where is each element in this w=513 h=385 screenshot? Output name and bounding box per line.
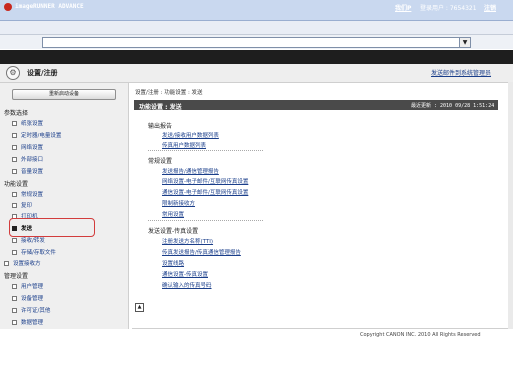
divider (148, 220, 263, 221)
link-fax-user-list[interactable]: 传真用户数据列表 (162, 141, 206, 149)
bullet-icon (12, 203, 17, 208)
app-name: imageRUNNER ADVANCE (15, 3, 84, 10)
bullet-icon (12, 133, 17, 138)
scroll-to-top-button[interactable]: ▲ (135, 303, 144, 312)
sidebar-item-data-management[interactable]: 数据管理 (12, 318, 43, 326)
sidebar-item-timer[interactable]: 定时器/电量设置 (12, 131, 61, 139)
link-send-report[interactable]: 发送报告/通信管理报告 (162, 167, 219, 175)
divider (148, 150, 263, 151)
bullet-icon (12, 296, 17, 301)
sidebar-item-user-management[interactable]: 用户管理 (12, 282, 43, 290)
link-confirm-fax-number[interactable]: 确认输入的传真号码 (162, 281, 212, 289)
copyright-text: Copyright CANON INC. 2010 All Rights Res… (360, 332, 481, 338)
active-item-highlight (9, 218, 95, 237)
sidebar-item-license[interactable]: 许可证/其他 (12, 306, 50, 314)
canon-logo-icon (4, 3, 12, 11)
sidebar-item-receive-forward[interactable]: 接收/转发 (12, 236, 45, 244)
sidebar-item-general[interactable]: 常规设置 (12, 190, 43, 198)
section-common-settings: 常规设置 (148, 158, 173, 165)
sidebar-item-volume[interactable]: 音量设置 (12, 167, 43, 175)
bullet-icon (12, 284, 17, 289)
sidebar-item-device-management[interactable]: 设备管理 (12, 294, 43, 302)
section-fax-settings: 发送设置-传真设置 (148, 228, 199, 235)
mail-admin-link[interactable]: 发送邮件到系统管理员 (431, 68, 491, 77)
section-output-report: 输出报告 (148, 123, 173, 130)
bullet-icon (12, 320, 17, 325)
restart-device-button[interactable]: 重新启动设备 (12, 89, 116, 100)
link-line-settings[interactable]: 设置线路 (162, 259, 184, 267)
link-comm-fax-settings[interactable]: 通信设置-传真设置 (162, 270, 208, 278)
sidebar-section-management: 管理设置 (4, 273, 29, 280)
link-register-sender-name[interactable]: 注册发送方名称(TTI) (162, 237, 213, 245)
login-user-label: 登录用户 : 7654321 (420, 5, 477, 12)
bullet-icon (12, 121, 17, 126)
sidebar-item-paper[interactable]: 纸张设置 (12, 119, 43, 127)
my-page-link[interactable]: 我们P (395, 3, 411, 12)
bullet-icon (12, 145, 17, 150)
browser-menu-bar (0, 21, 513, 35)
footer-divider (132, 328, 513, 329)
scrollbar[interactable] (508, 82, 513, 329)
bullet-icon (12, 308, 17, 313)
app-header (0, 50, 513, 64)
address-dropdown-button[interactable]: ▼ (459, 37, 471, 48)
sidebar-item-network[interactable]: 网络设置 (12, 143, 43, 151)
sidebar-item-destination[interactable]: 设置接收方 (4, 259, 41, 267)
settings-icon: ⚙ (6, 66, 20, 80)
bullet-icon (12, 250, 17, 255)
logout-link[interactable]: 注销 (484, 3, 496, 12)
link-comm-email-ifax[interactable]: 通信设置-电子邮件/互联网传真设置 (162, 188, 248, 196)
link-fax-tx-report[interactable]: 传真发送报告/传真通信管理报告 (162, 248, 241, 256)
link-restrict-destinations[interactable]: 限制新接收方 (162, 199, 195, 207)
link-send-receive-user-list[interactable]: 发送/接收用户数据列表 (162, 131, 219, 139)
link-common-settings[interactable]: 常用设置 (162, 210, 184, 218)
bullet-icon (12, 157, 17, 162)
address-input[interactable] (42, 37, 461, 48)
page-title: 设置/注册 (27, 69, 58, 77)
bullet-icon (12, 192, 17, 197)
sidebar-item-external-interface[interactable]: 外部接口 (12, 155, 43, 163)
bullet-icon (4, 261, 9, 266)
bullet-icon (12, 238, 17, 243)
link-network-email-ifax[interactable]: 网络设置-电子邮件/互联网传真设置 (162, 177, 248, 185)
sidebar-item-store-access[interactable]: 存储/存取文件 (12, 248, 56, 256)
bullet-icon (12, 169, 17, 174)
last-updated: 最近更新 : 2010 09/28 1:51:24 (411, 103, 495, 109)
sidebar-section-preferences: 参数选择 (4, 110, 29, 117)
sidebar-section-function-settings: 功能设置 (4, 181, 29, 188)
breadcrumb: 设置/注册 : 功能设置 : 发送 (135, 90, 203, 96)
sidebar-item-copy[interactable]: 复印 (12, 201, 32, 209)
section-title: 功能设置 : 发送 (139, 104, 182, 111)
